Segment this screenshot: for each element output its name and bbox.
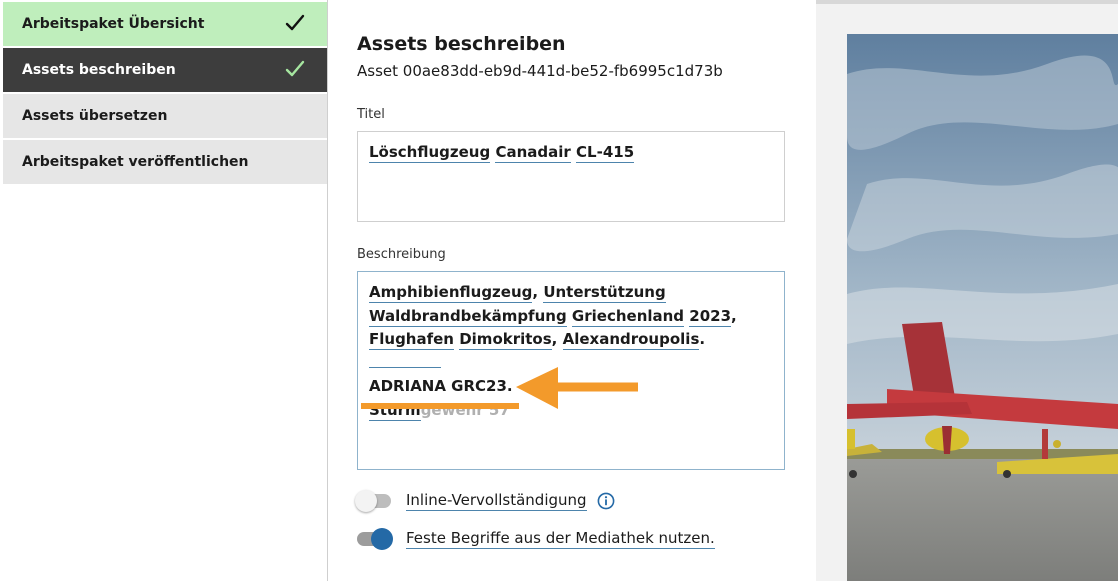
step-arbeitspaket-veroeffentlichen[interactable]: Arbeitspaket veröffentlichen (3, 140, 327, 184)
info-icon[interactable] (597, 492, 615, 510)
title-label: Titel (357, 107, 385, 122)
asset-description-form: Assets beschreiben Asset 00ae83dd-eb9d-4… (328, 0, 816, 581)
step-label: Arbeitspaket Übersicht (22, 16, 205, 32)
title-word: Löschflugzeug (369, 143, 491, 163)
separator: . (699, 330, 706, 348)
empty-term-marker (369, 358, 441, 368)
description-line: Amphibienflugzeug, Unterstützung (369, 281, 773, 305)
title-word: Canadair (495, 143, 571, 163)
asset-preview-image (847, 34, 1118, 581)
fixed-terms-row: Feste Begriffe aus der Mediathek nutzen. (357, 528, 715, 550)
step-assets-beschreiben[interactable]: Assets beschreiben (3, 48, 327, 92)
fixed-terms-toggle[interactable] (357, 528, 393, 550)
arrow-left-icon (516, 367, 638, 409)
step-label: Assets übersetzen (22, 108, 168, 124)
checkmark-icon (285, 14, 305, 31)
desc-word: 2023 (689, 306, 732, 327)
page-title: Assets beschreiben (357, 33, 566, 55)
step-arbeitspaket-uebersicht[interactable]: Arbeitspaket Übersicht (3, 2, 327, 46)
desc-word: Waldbrandbekämpfung (369, 306, 567, 327)
separator: , (731, 306, 737, 325)
annotation-underline (361, 403, 519, 409)
description-label: Beschreibung (357, 247, 446, 262)
step-assets-uebersetzen[interactable]: Assets übersetzen (3, 94, 327, 138)
desc-word: Dimokritos (459, 330, 552, 350)
desc-word: Alexandroupolis (562, 330, 700, 350)
title-input[interactable]: Löschflugzeug Canadair CL-415 (357, 131, 785, 222)
description-line: Waldbrandbekämpfung Griechenland 2023, (369, 305, 773, 329)
checkmark-icon (285, 60, 305, 77)
fixed-terms-label: Feste Begriffe aus der Mediathek nutzen. (406, 529, 715, 549)
workflow-sidebar: Arbeitspaket Übersicht Assets beschreibe… (0, 0, 328, 581)
desc-word: Unterstützung (543, 283, 666, 303)
top-border (816, 0, 1118, 4)
step-label: Arbeitspaket veröffentlichen (22, 154, 249, 170)
asset-id: Asset 00ae83dd-eb9d-441d-be52-fb6995c1d7… (357, 62, 723, 80)
inline-completion-label: Inline-Vervollständigung (406, 491, 587, 511)
separator: , (532, 283, 544, 301)
separator: , (551, 330, 563, 348)
desc-word: Amphibienflugzeug (369, 283, 533, 303)
step-label: Assets beschreiben (22, 62, 176, 78)
toggle-knob (371, 528, 393, 550)
desc-word: Flughafen (369, 330, 454, 350)
toggle-knob (355, 490, 377, 512)
inline-completion-toggle[interactable] (355, 490, 391, 512)
inline-completion-row: Inline-Vervollständigung (355, 490, 615, 512)
desc-word: Griechenland (571, 306, 685, 327)
title-word: CL-415 (576, 143, 635, 163)
